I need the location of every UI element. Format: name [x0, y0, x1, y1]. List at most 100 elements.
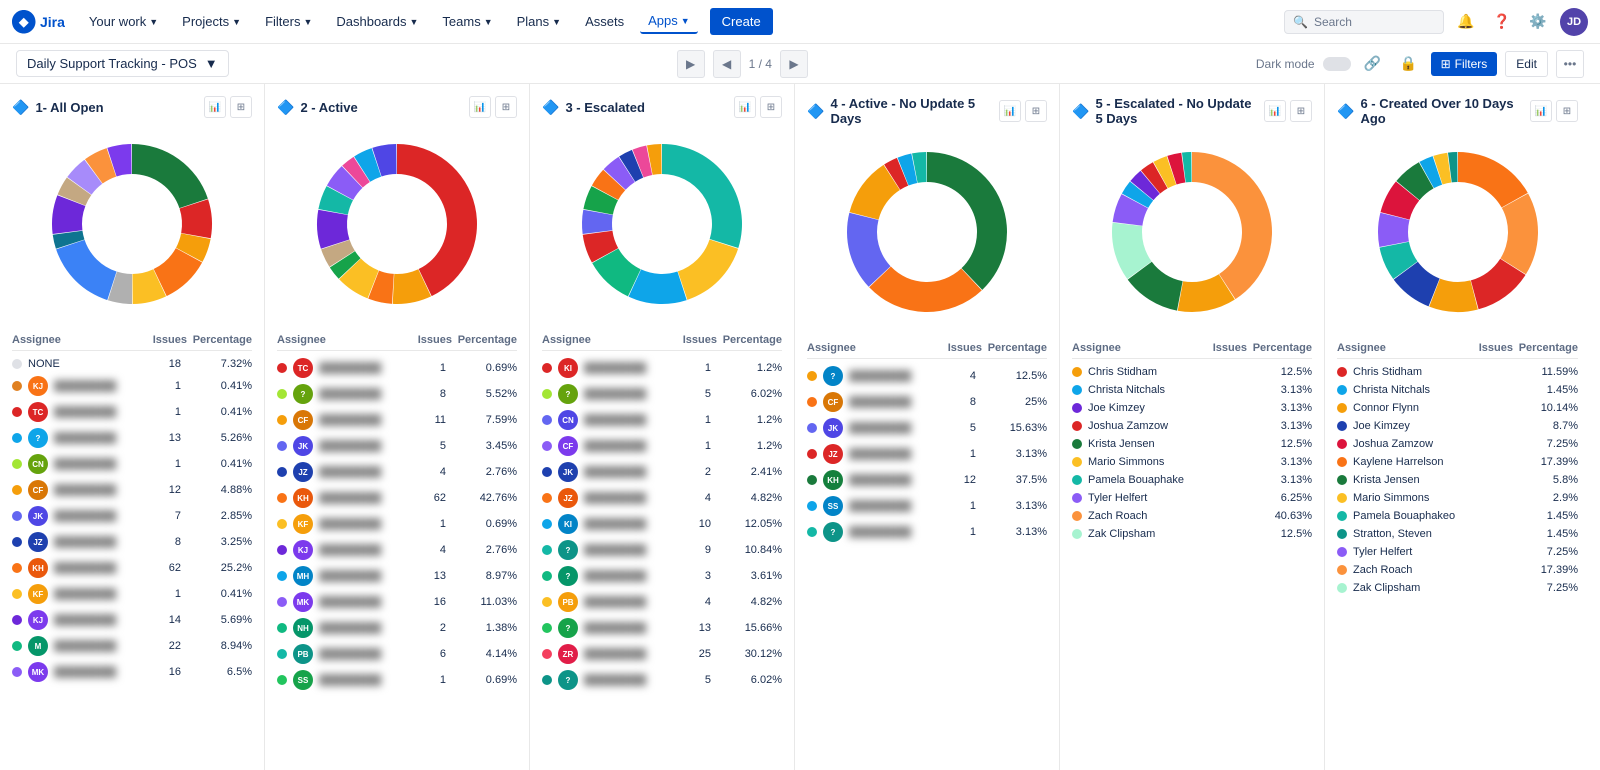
chart-view-button[interactable]: 📊	[999, 100, 1021, 122]
nav-dashboards[interactable]: Dashboards▼	[328, 10, 426, 33]
row-assignee-name: Joshua Zamzow	[1088, 420, 1190, 432]
row-dot	[1337, 385, 1347, 395]
settings-button[interactable]: ⚙️	[1524, 8, 1552, 36]
table-view-button[interactable]: ⊞	[1290, 100, 1312, 122]
row-percentage: 11.03%	[452, 596, 517, 608]
table-view-button[interactable]: ⊞	[1025, 100, 1047, 122]
nav-your-work[interactable]: Your work▼	[81, 10, 166, 33]
dark-mode-toggle[interactable]	[1323, 57, 1351, 71]
row-dot	[1337, 565, 1347, 575]
help-button[interactable]: ❓	[1488, 8, 1516, 36]
row-issues-count: 8	[136, 536, 181, 548]
row-percentage: 2.9%	[1513, 492, 1578, 504]
table-row: ? ████████ 5 6.02%	[542, 667, 782, 693]
row-percentage: 11.59%	[1513, 366, 1578, 378]
table-view-button[interactable]: ⊞	[230, 96, 252, 118]
row-avatar: KH	[823, 470, 843, 490]
assignee-table: Assignee Issues Percentage NONE 18 7.32%…	[12, 330, 252, 685]
chart-view-button[interactable]: 📊	[1530, 100, 1552, 122]
row-percentage: 8.97%	[452, 570, 517, 582]
row-dot	[277, 467, 287, 477]
nav-teams[interactable]: Teams▼	[434, 10, 500, 33]
play-button[interactable]: ▶	[677, 50, 705, 78]
table-row: Joe Kimzey 3.13%	[1072, 399, 1312, 417]
row-avatar: CN	[28, 454, 48, 474]
row-percentage: 3.13%	[1247, 384, 1312, 396]
table-row: M ████████ 22 8.94%	[12, 633, 252, 659]
row-assignee-name: Krista Jensen	[1088, 438, 1190, 450]
chart-view-button[interactable]: 📊	[734, 96, 756, 118]
column-actions: 📊 ⊞	[1530, 100, 1578, 122]
column-actions: 📊 ⊞	[734, 96, 782, 118]
chart-view-button[interactable]: 📊	[1264, 100, 1286, 122]
row-percentage: 10.14%	[1513, 402, 1578, 414]
row-avatar: TC	[28, 402, 48, 422]
row-percentage: 5.8%	[1513, 474, 1578, 486]
row-percentage: 3.45%	[452, 440, 517, 452]
row-percentage: 5.26%	[187, 432, 252, 444]
chart-view-button[interactable]: 📊	[204, 96, 226, 118]
table-row: CF ████████ 8 25%	[807, 389, 1047, 415]
row-issues-count: 10	[666, 518, 711, 530]
row-dot	[542, 545, 552, 555]
nav-filters[interactable]: Filters▼	[257, 10, 320, 33]
row-percentage: 5.69%	[187, 614, 252, 626]
table-row: JK ████████ 2 2.41%	[542, 459, 782, 485]
row-assignee-name: ████████	[54, 666, 130, 678]
nav-apps[interactable]: Apps▼	[640, 9, 698, 34]
row-avatar: JK	[558, 462, 578, 482]
notifications-button[interactable]: 🔔	[1452, 8, 1480, 36]
row-issues-count: 25	[666, 648, 711, 660]
table-view-button[interactable]: ⊞	[760, 96, 782, 118]
search-bar[interactable]: 🔍 Search	[1284, 10, 1444, 34]
next-page-button[interactable]: ▶	[780, 50, 808, 78]
table-row: PB ████████ 6 4.14%	[277, 641, 517, 667]
assignee-table: Assignee Issues Percentage TC ████████ 1…	[277, 330, 517, 693]
row-issues-count: 4	[666, 492, 711, 504]
donut-chart	[1337, 134, 1578, 338]
chart-view-button[interactable]: 📊	[469, 96, 491, 118]
jira-logo[interactable]: Jira	[12, 10, 65, 34]
row-issues-count: 5	[401, 440, 446, 452]
th-issues: Issues	[672, 334, 717, 346]
column-col2: 🔷 2 - Active 📊 ⊞ Assignee Issues Percent…	[265, 84, 530, 770]
table-view-button[interactable]: ⊞	[1556, 100, 1578, 122]
row-dot	[12, 407, 22, 417]
row-assignee-name: ████████	[319, 466, 395, 478]
user-avatar[interactable]: JD	[1560, 8, 1588, 36]
lock-button[interactable]: 🔒	[1395, 50, 1423, 78]
sub-toolbar: Daily Support Tracking - POS ▼ ▶ ◀ 1 / 4…	[0, 44, 1600, 84]
column-col4: 🔷 4 - Active - No Update 5 Days 📊 ⊞ Assi…	[795, 84, 1060, 770]
nav-assets[interactable]: Assets	[577, 10, 632, 33]
table-view-button[interactable]: ⊞	[495, 96, 517, 118]
create-button[interactable]: Create	[710, 8, 773, 35]
nav-plans[interactable]: Plans▼	[509, 10, 569, 33]
prev-page-button[interactable]: ◀	[713, 50, 741, 78]
table-row: Joshua Zamzow 3.13%	[1072, 417, 1312, 435]
row-percentage: 7.59%	[452, 414, 517, 426]
row-dot	[1072, 457, 1082, 467]
row-issues-count: 1	[666, 414, 711, 426]
table-row: Christa Nitchals 1.45%	[1337, 381, 1578, 399]
dashboard-select[interactable]: Daily Support Tracking - POS ▼	[16, 50, 229, 77]
more-options-button[interactable]: •••	[1556, 50, 1584, 78]
row-dot	[1337, 493, 1347, 503]
edit-button[interactable]: Edit	[1505, 51, 1548, 77]
table-row: KF ████████ 1 0.41%	[12, 581, 252, 607]
nav-projects[interactable]: Projects▼	[174, 10, 249, 33]
column-icon: 🔷	[542, 99, 559, 116]
share-button[interactable]: 🔗	[1359, 50, 1387, 78]
table-row: JK ████████ 5 3.45%	[277, 433, 517, 459]
row-percentage: 6.02%	[717, 388, 782, 400]
table-row: Zak Clipsham 12.5%	[1072, 525, 1312, 543]
row-issues-count: 11	[401, 414, 446, 426]
row-issues-count: 1	[401, 362, 446, 374]
row-assignee-name: Christa Nitchals	[1353, 384, 1456, 396]
filters-button[interactable]: ⊞ Filters	[1431, 52, 1498, 76]
table-row: Mario Simmons 2.9%	[1337, 489, 1578, 507]
row-dot	[1072, 439, 1082, 449]
row-assignee-name: ████████	[319, 440, 395, 452]
row-assignee-name: ████████	[584, 596, 660, 608]
row-issues-count: 8	[931, 396, 976, 408]
row-assignee-name: Connor Flynn	[1353, 402, 1456, 414]
